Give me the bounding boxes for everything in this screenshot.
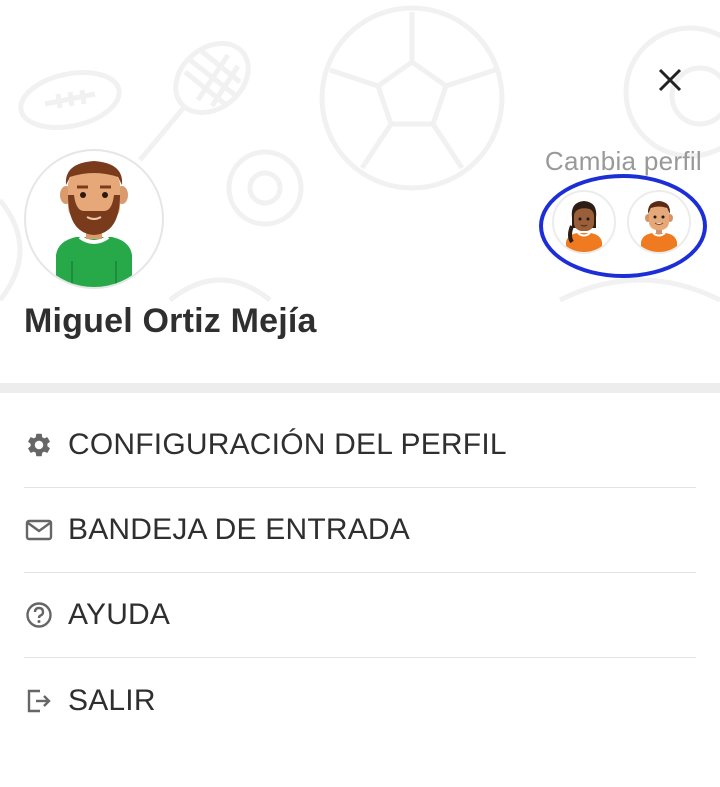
boy-avatar-icon <box>641 201 677 252</box>
profile-avatar <box>24 149 164 289</box>
switch-profile-girl[interactable] <box>552 190 616 254</box>
menu-item-help[interactable]: AYUDA <box>24 573 696 658</box>
bearded-man-avatar-icon <box>56 161 132 287</box>
menu-item-label: SALIR <box>68 683 156 717</box>
section-divider <box>0 383 720 393</box>
gear-icon <box>24 430 54 460</box>
menu-item-label: BANDEJA DE ENTRADA <box>68 513 411 546</box>
logout-icon <box>24 686 54 716</box>
switch-profile-label: Cambia perfil <box>544 146 702 176</box>
menu-item-inbox[interactable]: BANDEJA DE ENTRADA <box>24 488 696 573</box>
close-button[interactable] <box>648 58 692 102</box>
girl-avatar-icon <box>566 201 602 252</box>
menu-item-label: AYUDA <box>68 598 171 631</box>
help-circle-icon <box>24 600 54 630</box>
switch-profile-boy[interactable] <box>627 190 691 254</box>
profile-menu: CONFIGURACIÓN DEL PERFIL BANDEJA DE ENTR… <box>24 403 696 743</box>
close-icon <box>658 68 682 92</box>
menu-item-profile-settings[interactable]: CONFIGURACIÓN DEL PERFIL <box>24 403 696 488</box>
profile-name: Miguel Ortiz Mejía <box>24 302 317 340</box>
mail-icon <box>24 515 54 545</box>
menu-item-label: CONFIGURACIÓN DEL PERFIL <box>68 428 507 461</box>
profile-header: Cambia perfil Miguel Ortiz Mejía <box>0 0 720 383</box>
menu-item-logout[interactable]: SALIR <box>24 658 696 743</box>
